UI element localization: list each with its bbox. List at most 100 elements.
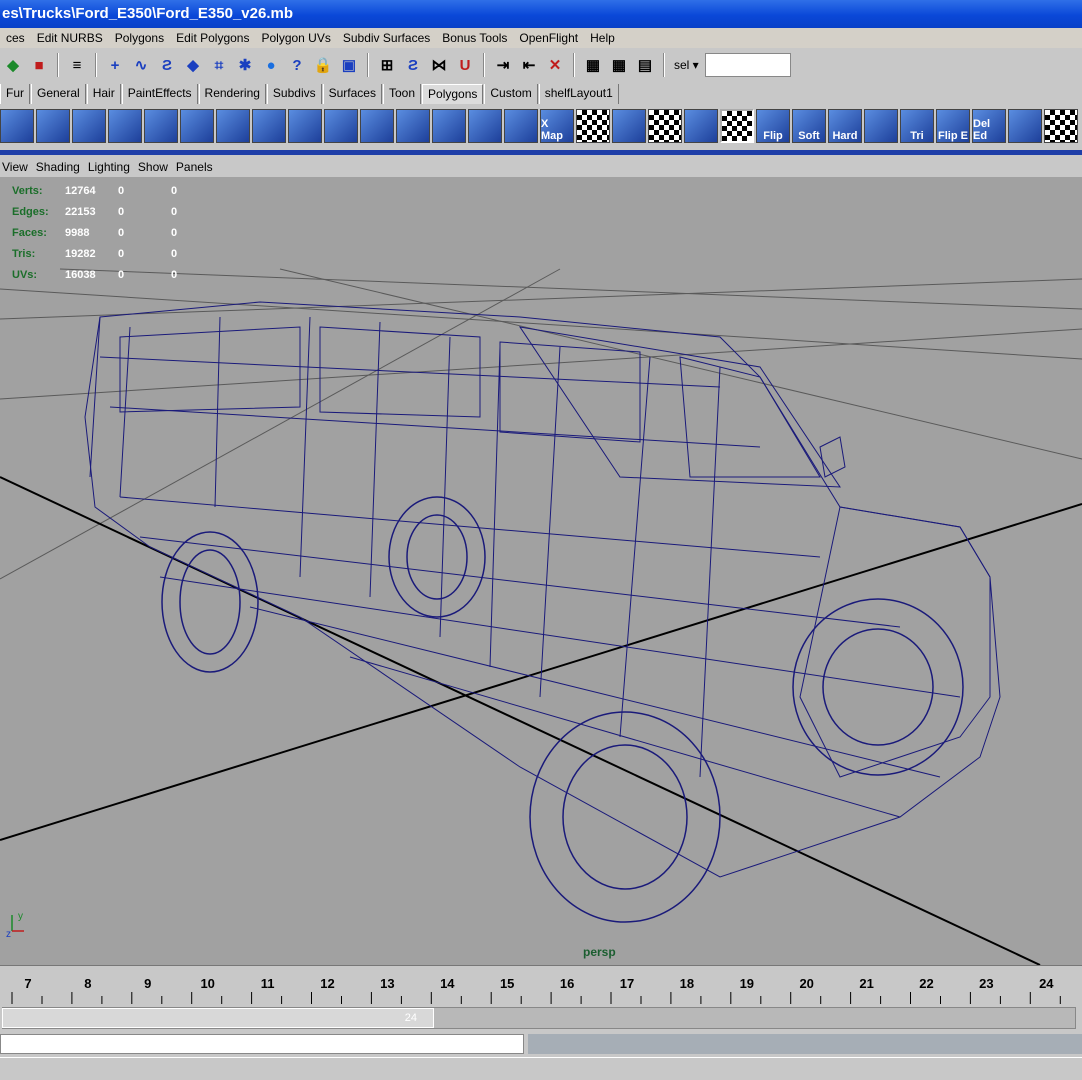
menu-bonus-tools[interactable]: Bonus Tools — [436, 31, 513, 45]
shelf-tool-30[interactable] — [1044, 109, 1078, 143]
hud-value: 19282 — [65, 247, 96, 260]
panel-menu-lighting[interactable]: Lighting — [86, 160, 136, 174]
menu-options-icon[interactable]: ≡ — [66, 54, 88, 76]
shelf-tool-12[interactable] — [396, 109, 430, 143]
shelf-tool-20[interactable] — [684, 109, 718, 143]
shelf-tool-11[interactable] — [360, 109, 394, 143]
render-icon[interactable]: ▦ — [582, 54, 604, 76]
separator — [483, 53, 485, 77]
tab-toon[interactable]: Toon — [382, 84, 422, 104]
shelf-tool-8[interactable] — [252, 109, 286, 143]
shelf-tool-22[interactable]: Flip — [756, 109, 790, 143]
menu-openflight[interactable]: OpenFlight — [513, 31, 584, 45]
menu-polygon-uvs[interactable]: Polygon UVs — [255, 31, 336, 45]
selection-mode-dropdown[interactable]: sel ▾ — [674, 58, 699, 72]
render-settings-icon[interactable]: ✕ — [544, 54, 566, 76]
snap-surface-icon[interactable]: ◆ — [182, 54, 204, 76]
perspective-viewport[interactable]: Verts: 12764 0 0 Edges: 22153 0 0 Faces: 9988 0 0 Tr… — [0, 177, 1082, 965]
time-slider[interactable]: 7 8 9 10 11 12 13 14 15 16 17 18 19 20 21 22 23 24 — [0, 965, 1082, 1005]
menu-edit-polygons[interactable]: Edit Polygons — [170, 31, 255, 45]
shelf-tool-24[interactable]: Hard — [828, 109, 862, 143]
shelf-tool-18[interactable] — [612, 109, 646, 143]
frame-label: 17 — [620, 976, 634, 991]
hud-row: Tris: 19282 0 0 — [12, 243, 224, 264]
hud-label: Tris: — [12, 247, 36, 260]
shelf-tool-17[interactable] — [576, 109, 610, 143]
shelf-tool-7[interactable] — [216, 109, 250, 143]
shelf-tool-9[interactable] — [288, 109, 322, 143]
windshield — [518, 326, 841, 488]
live-surface-icon[interactable]: ✱ — [234, 54, 256, 76]
panel-menu-panels[interactable]: Panels — [174, 160, 219, 174]
shelf-tool-23[interactable]: Soft — [792, 109, 826, 143]
separator — [367, 53, 369, 77]
shelf-tool-26[interactable]: Tri — [900, 109, 934, 143]
tab-hair[interactable]: Hair — [86, 84, 121, 104]
history-icon[interactable]: ▣ — [338, 54, 360, 76]
tab-fur[interactable]: Fur — [0, 84, 30, 104]
select-by-hierarchy-icon[interactable]: ◆ — [2, 54, 24, 76]
panel-menu-show[interactable]: Show — [136, 160, 174, 174]
shelf-tool-1[interactable] — [0, 109, 34, 143]
menu-subdiv-surfaces[interactable]: Subdiv Surfaces — [337, 31, 436, 45]
help-icon[interactable]: ? — [286, 54, 308, 76]
van-outline — [84, 301, 1001, 878]
tab-shelflayout1[interactable]: shelfLayout1 — [538, 84, 619, 104]
shelf-tool-4[interactable] — [108, 109, 142, 143]
construction-history-icon[interactable]: Ƨ — [402, 54, 424, 76]
input-icon[interactable]: ⇥ — [492, 54, 514, 76]
shelf-tool-29[interactable] — [1008, 109, 1042, 143]
shelf-tool-21[interactable] — [720, 109, 754, 143]
wheel-rear-left — [161, 531, 259, 673]
snap-view-plane-icon[interactable]: ⌗ — [208, 54, 230, 76]
shelf-tool-14[interactable] — [468, 109, 502, 143]
frame-label: 8 — [84, 976, 91, 991]
shelf-tool-15[interactable] — [504, 109, 538, 143]
panel-menu-view[interactable]: View — [0, 160, 34, 174]
select-by-component-icon[interactable]: ■ — [28, 54, 50, 76]
ik-handle-icon[interactable]: ⋈ — [428, 54, 450, 76]
menu-ces[interactable]: ces — [0, 31, 31, 45]
range-slider[interactable]: 24 — [0, 1005, 1082, 1031]
lock-icon[interactable]: 🔒 — [312, 54, 334, 76]
magnet-icon[interactable]: U — [454, 54, 476, 76]
range-slider-handle[interactable]: 24 — [2, 1008, 434, 1028]
shelf-tool-28[interactable]: Del Ed — [972, 109, 1006, 143]
snap-point-icon[interactable]: Ƨ — [156, 54, 178, 76]
snap-grid-icon[interactable]: + — [104, 54, 126, 76]
grid-icon[interactable]: ⊞ — [376, 54, 398, 76]
shelf-tool-13[interactable] — [432, 109, 466, 143]
shelf-tool-6[interactable] — [180, 109, 214, 143]
shelf-tool-3[interactable] — [72, 109, 106, 143]
ipr-render-icon[interactable]: ▦ — [608, 54, 630, 76]
hud-label: UVs: — [12, 268, 38, 281]
output-icon[interactable]: ⇤ — [518, 54, 540, 76]
shelf-tool-10[interactable] — [324, 109, 358, 143]
menu-polygons[interactable]: Polygons — [109, 31, 170, 45]
snap-curve-icon[interactable]: ∿ — [130, 54, 152, 76]
tab-custom[interactable]: Custom — [484, 84, 538, 104]
shelf-tool-2[interactable] — [36, 109, 70, 143]
menu-help[interactable]: Help — [584, 31, 621, 45]
frame-label: 16 — [560, 976, 574, 991]
hud-label: Faces: — [12, 226, 47, 239]
shelf-tool-25[interactable] — [864, 109, 898, 143]
tab-painteffects[interactable]: PaintEffects — [121, 84, 198, 104]
command-input[interactable] — [0, 1034, 524, 1054]
menu-edit-nurbs[interactable]: Edit NURBS — [31, 31, 109, 45]
render-globals-icon[interactable]: ▤ — [634, 54, 656, 76]
tab-polygons[interactable]: Polygons — [422, 84, 484, 104]
panel-menu-shading[interactable]: Shading — [34, 160, 86, 174]
tab-rendering[interactable]: Rendering — [198, 84, 266, 104]
hud-selected: 0 — [118, 205, 125, 218]
tab-surfaces[interactable]: Surfaces — [322, 84, 382, 104]
sphere-icon[interactable]: ● — [260, 54, 282, 76]
tab-general[interactable]: General — [31, 84, 86, 104]
wireframe-scene — [0, 268, 1082, 965]
shelf-tool-16[interactable]: X Map — [540, 109, 574, 143]
tab-subdivs[interactable]: Subdivs — [266, 84, 322, 104]
shelf-tool-19[interactable] — [648, 109, 682, 143]
shelf-tool-5[interactable] — [144, 109, 178, 143]
shelf-tool-27[interactable]: Flip E — [936, 109, 970, 143]
quick-select-input[interactable] — [704, 53, 791, 77]
